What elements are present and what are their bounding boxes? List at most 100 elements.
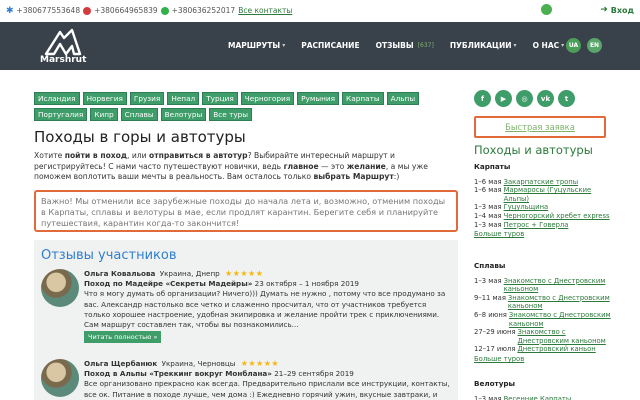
review-author[interactable]: Ольга Ковальова (84, 269, 155, 278)
intro-part: , или (127, 151, 149, 160)
tag-link[interactable]: Все туры (209, 108, 253, 121)
nav-routes-label: МАРШРУТЫ (228, 41, 281, 50)
tag-link[interactable]: Норвегия (82, 92, 127, 105)
tour-date: 1–4 мая (474, 211, 502, 220)
tour-date: 9–11 мая (474, 293, 506, 302)
nav-reviews-label: ОТЗЫВЫ (375, 41, 414, 50)
phone-2[interactable]: +380664965839 (94, 6, 158, 15)
sidebar-section-carpathians: Карпаты 1–6 мая Закарпатские тропы 1–6 мая М… (474, 162, 614, 239)
tag-link[interactable]: Кипр (90, 108, 118, 121)
login-link[interactable]: ➜ Вход (600, 5, 634, 15)
nav-reviews[interactable]: ОТЗЫВЫ [637] (376, 41, 434, 50)
tour-link[interactable]: Закарпатские тропы (504, 178, 579, 187)
tag-link[interactable]: Сплавы (120, 108, 158, 121)
phone-1[interactable]: +380677553648 (17, 6, 81, 15)
vk-icon[interactable]: vk (537, 90, 554, 107)
tour-date: 1–6 мая (474, 177, 502, 186)
tour-row: 1–4 мая Черногорский хребет express (474, 212, 614, 221)
tour-link[interactable]: Знакомство с Днестровским каньоном (509, 311, 614, 328)
more-tours-link[interactable]: Больше туров (474, 230, 614, 239)
login-icon: ➜ (600, 5, 608, 15)
chevron-down-icon: ▾ (282, 42, 286, 49)
mountain-logo-icon (44, 28, 82, 56)
twitter-icon[interactable]: t (558, 90, 575, 107)
tag-link[interactable]: Грузия (129, 92, 165, 105)
sidebar-section-heading: Велотуры (474, 379, 516, 388)
read-more-button[interactable]: Читать полностью » (84, 331, 162, 344)
tour-row: 1–6 мая Закарпатские тропы (474, 178, 614, 187)
whatsapp-icon[interactable] (541, 4, 552, 15)
tour-link[interactable]: Знакомство с Днестровским каньоном (518, 328, 614, 345)
nav-publications-label: ПУБЛИКАЦИИ (449, 41, 512, 50)
intro-bold: пойти в поход (64, 151, 128, 160)
chevron-down-icon: ▾ (513, 42, 517, 49)
intro-part: — это (318, 161, 347, 171)
intro-bold: выбрать Маршрут (313, 172, 394, 181)
tag-link[interactable]: Черногория (240, 92, 295, 105)
review-dates: 21–29 сентября 2019 (274, 369, 354, 379)
reviews-count-badge: [637] (417, 42, 434, 49)
nav-routes[interactable]: МАРШРУТЫ ▾ (228, 41, 285, 50)
tag-link[interactable]: Велотуры (160, 108, 207, 121)
review-location: Украина, Днепр (159, 269, 220, 278)
social-links: f ▶ ◎ vk t (474, 90, 575, 107)
nav-schedule-label: РАСПИСАНИЕ (301, 41, 360, 50)
nav-schedule[interactable]: РАСПИСАНИЕ (301, 41, 359, 50)
intro-bold: главное (283, 161, 319, 171)
intro-text: Хотите пойти в поход, или отправиться в … (34, 151, 458, 183)
tag-link[interactable]: Португалия (34, 108, 88, 121)
tour-link[interactable]: Знакомство с Днестровским каньоном (508, 294, 614, 311)
youtube-icon[interactable]: ▶ (495, 90, 512, 107)
quarantine-alert: Важно! Мы отменили все зарубежные походы… (34, 190, 458, 232)
nav-publications[interactable]: ПУБЛИКАЦИИ ▾ (450, 41, 517, 50)
kyivstar-icon: ✱ (6, 5, 14, 16)
intro-bold: желание (346, 161, 386, 171)
top-contact-bar: ✱ +380677553648 +380664965839 +380636252… (0, 0, 640, 22)
review-dates: 23 октября – 1 ноября 2019 (254, 279, 359, 289)
nav-about-label: О НАС (532, 41, 560, 50)
tour-link[interactable]: Днестровский каньон (517, 345, 595, 354)
tour-row: 1–3 мая Гуцульщина (474, 203, 614, 212)
main-nav: МАРШРУТЫ ▾ РАСПИСАНИЕ ОТЗЫВЫ [637] ПУБЛИ… (228, 41, 580, 50)
site-logo[interactable]: Marshrut (40, 28, 86, 66)
all-contacts-link[interactable]: Все контакты (238, 6, 292, 15)
review-trip[interactable]: Поход по Мадейре «Секреты Мадейры» (84, 279, 252, 288)
review-location: Украина, Черновцы (161, 359, 236, 368)
chevron-down-icon: ▾ (561, 42, 565, 49)
tour-row: 1–6 мая Мармаросы (Гуцульские Альпы) (474, 186, 614, 203)
lang-ua-button[interactable]: UA (566, 38, 581, 53)
sidebar-section-heading: Сплавы (474, 261, 506, 270)
avatar (41, 359, 79, 397)
avatar (41, 269, 79, 307)
phone-3[interactable]: +380636252017 (172, 6, 236, 15)
rating-stars: ★★★★★ (240, 359, 280, 368)
tour-row: 27–29 июня Знакомство с Днестровским кань… (474, 328, 614, 345)
sidebar-title: Походы и автотуры (474, 143, 593, 157)
tag-link[interactable]: Карпаты (342, 92, 384, 105)
tour-link[interactable]: Петрос + Говерла (504, 221, 569, 230)
nav-about[interactable]: О НАС ▾ (533, 41, 565, 50)
vodafone-icon (83, 6, 92, 15)
facebook-icon[interactable]: f (474, 90, 491, 107)
tour-link[interactable]: Весенние Карпаты (504, 395, 572, 400)
tour-link[interactable]: Мармаросы (Гуцульские Альпы) (504, 186, 614, 203)
quick-request-button[interactable]: Быстрая заявка (474, 116, 606, 138)
more-tours-link[interactable]: Больше туров (474, 355, 614, 364)
tour-date: 1–3 мая (474, 203, 502, 212)
tour-row: 1–3 мая Знакомство с Днестровским каньоно… (474, 277, 614, 294)
tour-link[interactable]: Черногорский хребет express (504, 212, 610, 221)
tag-link[interactable]: Турция (202, 92, 238, 105)
lifecell-icon (160, 6, 169, 15)
tour-date: 1–3 мая (474, 220, 502, 229)
review-author[interactable]: Ольга Щербанюк (84, 359, 157, 368)
review-trip[interactable]: Поход в Альпы «Треккинг вокруг Монблана» (84, 369, 272, 378)
login-label: Вход (610, 5, 634, 15)
tag-link[interactable]: Румыния (297, 92, 340, 105)
tour-link[interactable]: Знакомство с Днестровским каньоном (504, 277, 614, 294)
lang-en-button[interactable]: EN (587, 38, 602, 53)
tag-link[interactable]: Исландия (34, 92, 80, 105)
tag-link[interactable]: Непал (167, 92, 200, 105)
instagram-icon[interactable]: ◎ (516, 90, 533, 107)
tour-link[interactable]: Гуцульщина (504, 203, 549, 212)
tag-link[interactable]: Альпы (386, 92, 420, 105)
